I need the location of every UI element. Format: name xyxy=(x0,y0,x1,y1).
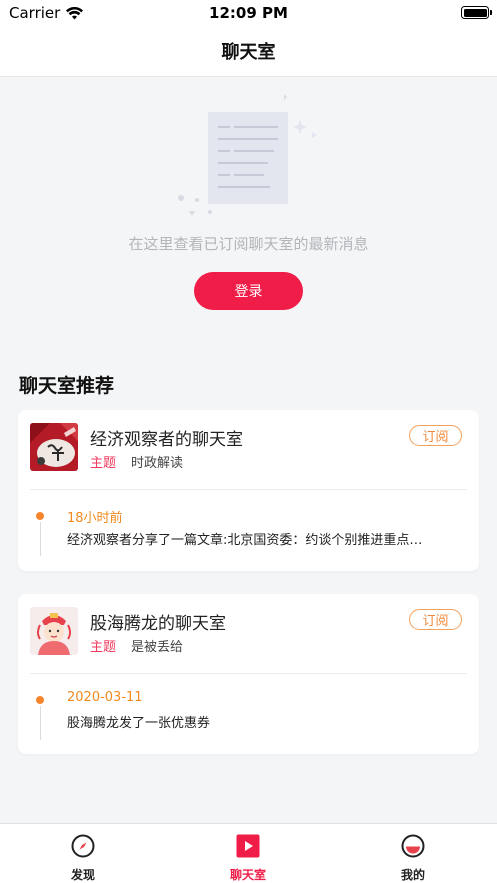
tab-mine[interactable]: 我的 xyxy=(353,824,473,883)
timeline-line xyxy=(39,706,41,740)
timeline-dot-icon xyxy=(36,696,44,704)
message-preview[interactable]: 经济观察者分享了一篇文章:北京国资委：约谈个别推进重点… xyxy=(67,529,463,548)
nav-bar: 聊天室 xyxy=(0,26,497,77)
section-title: 聊天室推荐 xyxy=(19,375,115,397)
login-button[interactable]: 登录 xyxy=(194,272,303,310)
compass-icon xyxy=(71,834,95,858)
avatar-image-icon xyxy=(30,423,78,471)
battery-icon xyxy=(461,6,492,19)
tab-label: 发现 xyxy=(70,868,95,882)
tab-chatroom[interactable]: 聊天室 xyxy=(188,824,308,883)
card-divider xyxy=(30,673,467,674)
chatroom-card[interactable]: 经济观察者的聊天室 主题 时政解读 订阅 18小时前 经济观察者分享了一篇文章:… xyxy=(18,410,479,571)
page-title: 聊天室 xyxy=(221,42,276,63)
profile-circle-icon xyxy=(401,834,425,858)
tab-label: 聊天室 xyxy=(229,868,266,882)
message-time: 2020-03-11 xyxy=(67,690,143,705)
room-name: 经济观察者的聊天室 xyxy=(90,430,243,450)
status-bar: Carrier 12:09 PM xyxy=(0,0,497,26)
topic-tag: 主题 xyxy=(90,640,117,655)
room-name: 股海腾龙的聊天室 xyxy=(90,614,226,634)
chatroom-card[interactable]: 股海腾龙的聊天室 主题 是被丢给 订阅 2020-03-11 股海腾龙发了一张优… xyxy=(18,594,479,754)
timeline-line xyxy=(39,522,41,556)
card-divider xyxy=(30,489,467,490)
message-preview[interactable]: 股海腾龙发了一张优惠券 xyxy=(67,712,463,731)
topic-value: 时政解读 xyxy=(131,456,184,471)
room-avatar xyxy=(30,607,78,655)
avatar-image-icon xyxy=(30,607,78,655)
tab-label: 我的 xyxy=(400,868,425,882)
tab-discover[interactable]: 发现 xyxy=(23,824,143,883)
play-square-icon xyxy=(236,834,260,858)
subscribe-button[interactable]: 订阅 xyxy=(409,425,462,446)
empty-document-illustration-icon xyxy=(178,94,317,216)
timeline-dot-icon xyxy=(36,512,44,520)
empty-state-message: 在这里查看已订阅聊天室的最新消息 xyxy=(128,235,369,253)
tab-bar: 发现 聊天室 我的 xyxy=(0,823,497,883)
subscribe-button[interactable]: 订阅 xyxy=(409,609,462,630)
clock: 12:09 PM xyxy=(209,4,288,22)
topic-value: 是被丢给 xyxy=(131,640,184,655)
topic-tag: 主题 xyxy=(90,456,117,471)
message-time: 18小时前 xyxy=(67,511,123,526)
room-avatar xyxy=(30,423,78,471)
